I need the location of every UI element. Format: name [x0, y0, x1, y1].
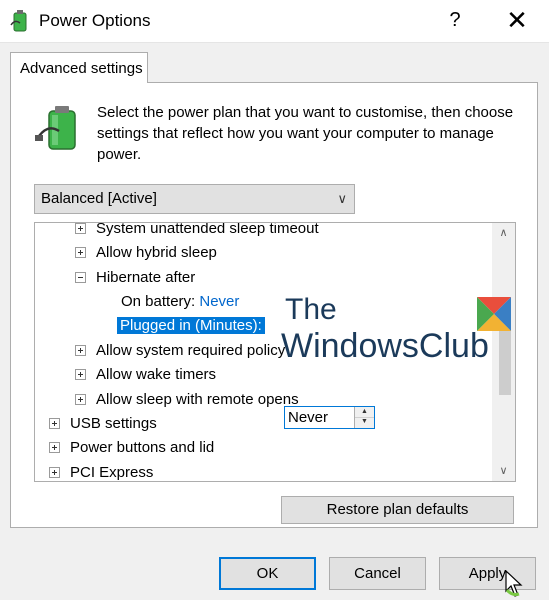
chevron-down-icon[interactable]: ∨ [492, 461, 515, 481]
description-text: Select the power plan that you want to c… [97, 104, 514, 163]
tree-item-label: Allow wake timers [96, 366, 217, 383]
tree-item-plugged-in[interactable]: Plugged in (Minutes): [117, 314, 265, 338]
tree-item-label: Allow system required policy [96, 342, 286, 359]
restore-plan-defaults-button[interactable]: Restore plan defaults [281, 496, 514, 524]
expand-plus-icon[interactable] [49, 466, 60, 478]
battery-power-icon [35, 106, 76, 150]
power-options-battery-icon [10, 10, 27, 32]
cancel-button[interactable]: Cancel [329, 557, 426, 590]
help-button[interactable]: ? [432, 4, 478, 36]
expand-plus-icon[interactable] [75, 223, 86, 234]
tree-item-usb-settings[interactable]: USB settings [49, 412, 157, 436]
title-bar: Power Options ? ✕ [0, 0, 549, 43]
expand-plus-icon[interactable] [75, 344, 86, 356]
ok-button[interactable]: OK [219, 557, 316, 590]
plugged-in-minutes-stepper[interactable]: Never ▲ ▼ [284, 406, 375, 429]
on-battery-label: On battery: [121, 293, 196, 310]
tree-item-label: Allow hybrid sleep [96, 244, 217, 261]
tree-item-unattended-sleep[interactable]: System unattended sleep timeout [75, 223, 319, 241]
tree-item-wake-timers[interactable]: Allow wake timers [75, 363, 216, 387]
expand-plus-icon[interactable] [49, 417, 60, 429]
tree-item-on-battery[interactable]: On battery: Never [121, 290, 239, 314]
tree-item-power-buttons[interactable]: Power buttons and lid [49, 436, 214, 460]
tree-item-hibernate-after[interactable]: Hibernate after [75, 266, 195, 290]
expand-plus-icon[interactable] [49, 441, 60, 453]
expand-plus-icon[interactable] [75, 368, 86, 380]
power-plan-value: Balanced [Active] [41, 190, 157, 207]
stepper-down-icon[interactable]: ▼ [355, 417, 374, 427]
tree-item-hybrid-sleep[interactable]: Allow hybrid sleep [75, 241, 217, 265]
power-plan-dropdown[interactable]: Balanced [Active] ∨ [34, 184, 355, 214]
tab-advanced-settings[interactable]: Advanced settings [10, 52, 148, 83]
tree-item-label: Power buttons and lid [70, 439, 215, 456]
collapse-minus-icon[interactable] [75, 271, 86, 283]
tree-item-label: Allow sleep with remote opens [96, 391, 299, 408]
close-button[interactable]: ✕ [494, 4, 540, 36]
plugged-in-value[interactable]: Never [288, 407, 328, 428]
tree-item-label: PCI Express [70, 464, 154, 481]
expand-plus-icon[interactable] [75, 393, 86, 405]
mouse-cursor-icon [505, 570, 523, 597]
stepper-buttons: ▲ ▼ [354, 407, 374, 428]
settings-tree-list: System unattended sleep timeout Allow hy… [35, 223, 491, 481]
tree-item-label: Hibernate after [96, 269, 196, 286]
vertical-scrollbar[interactable]: ∧ ∨ [492, 223, 515, 481]
expand-plus-icon[interactable] [75, 246, 86, 258]
window-title: Power Options [39, 11, 151, 30]
advanced-settings-panel: Select the power plan that you want to c… [10, 82, 538, 528]
on-battery-value[interactable]: Never [199, 293, 239, 310]
tree-item-sleep-remote[interactable]: Allow sleep with remote opens [75, 388, 299, 412]
tree-item-label: System unattended sleep timeout [96, 223, 319, 237]
settings-tree[interactable]: System unattended sleep timeout Allow hy… [34, 222, 516, 482]
scrollbar-thumb[interactable] [499, 319, 511, 395]
chevron-down-icon: ∨ [337, 191, 347, 206]
plugged-in-label: Plugged in (Minutes): [117, 317, 265, 334]
chevron-up-icon[interactable]: ∧ [492, 223, 515, 243]
tree-item-required-policy[interactable]: Allow system required policy [75, 339, 285, 363]
tree-item-label: USB settings [70, 415, 157, 432]
tree-item-pci-express[interactable]: PCI Express [49, 461, 153, 481]
